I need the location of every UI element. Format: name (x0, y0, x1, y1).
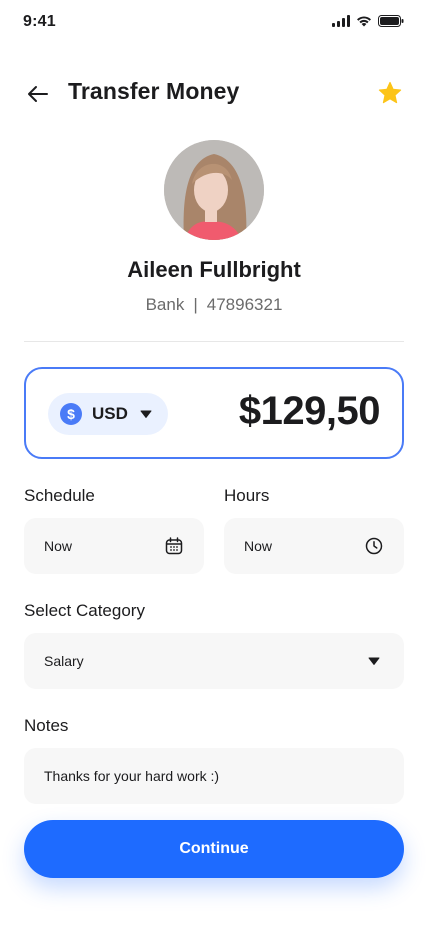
status-bar: 9:41 (0, 0, 428, 44)
status-icons (332, 15, 404, 27)
header: Transfer Money (0, 74, 428, 114)
divider (24, 341, 404, 342)
page-title: Transfer Money (68, 78, 240, 104)
recipient-account-number: 47896321 (206, 295, 283, 314)
clock-icon (364, 536, 384, 556)
currency-label: USD (92, 404, 128, 423)
caret-down-icon (364, 651, 384, 671)
amount-value[interactable]: $129,50 (239, 389, 381, 434)
notes-label: Notes (24, 716, 69, 735)
hours-field[interactable]: Now (224, 518, 404, 574)
wifi-icon (357, 16, 371, 27)
hours-label: Hours (224, 486, 270, 505)
status-time: 9:41 (23, 13, 56, 30)
category-label: Select Category (24, 601, 145, 620)
category-select[interactable]: Salary (24, 633, 404, 689)
dollar-icon: $ (60, 403, 82, 425)
battery-icon (378, 15, 404, 27)
currency-selector[interactable]: $ USD (48, 393, 168, 435)
schedule-value: Now (44, 538, 73, 554)
notes-input[interactable]: Thanks for your hard work :) (24, 748, 404, 804)
schedule-label: Schedule (24, 486, 95, 505)
recipient-bank: Bank (145, 295, 185, 314)
hours-value: Now (244, 538, 273, 554)
favorite-button[interactable] (376, 79, 404, 107)
signal-icon (332, 15, 350, 27)
recipient-name: Aileen Fullbright (127, 257, 301, 282)
category-value: Salary (44, 653, 84, 669)
amount-card[interactable]: $ USD $129,50 (24, 367, 404, 459)
arrow-left-icon (28, 86, 48, 102)
info-separator: | (193, 295, 198, 314)
notes-value: Thanks for your hard work :) (44, 768, 220, 784)
schedule-field[interactable]: Now (24, 518, 204, 574)
recipient-avatar (164, 140, 264, 240)
back-button[interactable] (24, 80, 52, 108)
calendar-icon (164, 536, 184, 556)
caret-down-icon (140, 409, 152, 419)
star-icon (378, 81, 402, 104)
continue-button[interactable]: Continue (24, 820, 404, 878)
recipient-account-info: Bank | 47896321 (0, 295, 428, 315)
